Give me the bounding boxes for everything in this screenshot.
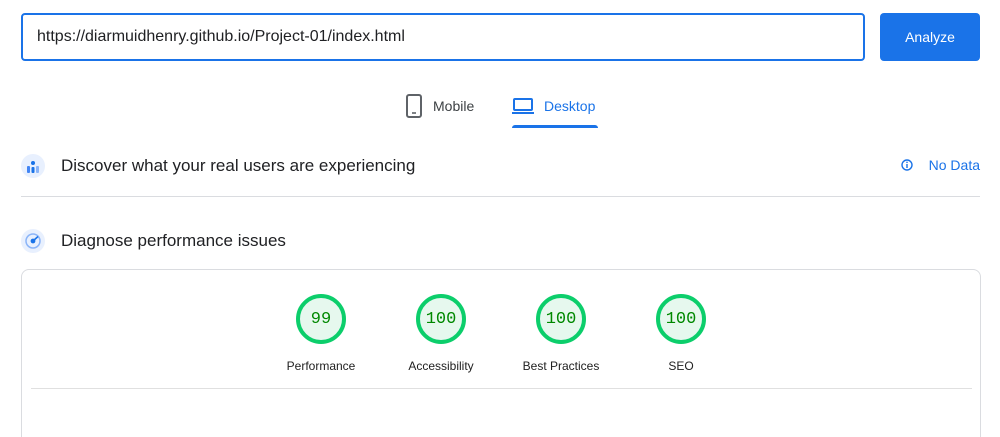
diagnose-title: Diagnose performance issues	[61, 231, 286, 250]
diagnose-section-header: Diagnose performance issues	[21, 228, 980, 254]
smartphone-icon	[405, 94, 423, 118]
laptop-icon	[512, 97, 534, 115]
score-gauge-accessibility: 100 Accessibility	[381, 294, 501, 373]
no-data-link[interactable]: No Data	[900, 157, 980, 173]
score-circle[interactable]: 100	[656, 294, 706, 344]
section-divider	[21, 196, 980, 197]
score-label: Performance	[286, 359, 356, 373]
lighthouse-report-card: 99 Performance 100 Accessibility 100 Bes…	[21, 269, 981, 437]
gauge-icon	[21, 229, 45, 253]
score-gauge-performance: 99 Performance	[261, 294, 381, 373]
card-divider	[31, 388, 972, 389]
score-label: SEO	[668, 359, 694, 373]
info-icon	[900, 159, 913, 171]
analyze-button[interactable]: Analyze	[880, 13, 980, 61]
score-circle[interactable]: 99	[296, 294, 346, 344]
discover-title: Discover what your real users are experi…	[61, 156, 416, 175]
tab-mobile-label: Mobile	[433, 98, 475, 114]
score-circle[interactable]: 100	[416, 294, 466, 344]
score-circle[interactable]: 100	[536, 294, 586, 344]
url-input[interactable]	[21, 13, 865, 61]
tab-desktop-label: Desktop	[544, 98, 596, 114]
score-gauge-seo: 100 SEO	[621, 294, 741, 373]
users-chart-icon	[21, 154, 45, 178]
discover-section-header: Discover what your real users are experi…	[21, 153, 980, 179]
device-tabs: Mobile Desktop	[0, 84, 1000, 130]
score-label: Best Practices	[522, 359, 600, 373]
score-label: Accessibility	[408, 359, 474, 373]
no-data-label: No Data	[928, 157, 980, 173]
tab-desktop[interactable]: Desktop	[512, 84, 598, 128]
score-gauge-best-practices: 100 Best Practices	[501, 294, 621, 373]
tab-mobile[interactable]: Mobile	[405, 84, 474, 128]
